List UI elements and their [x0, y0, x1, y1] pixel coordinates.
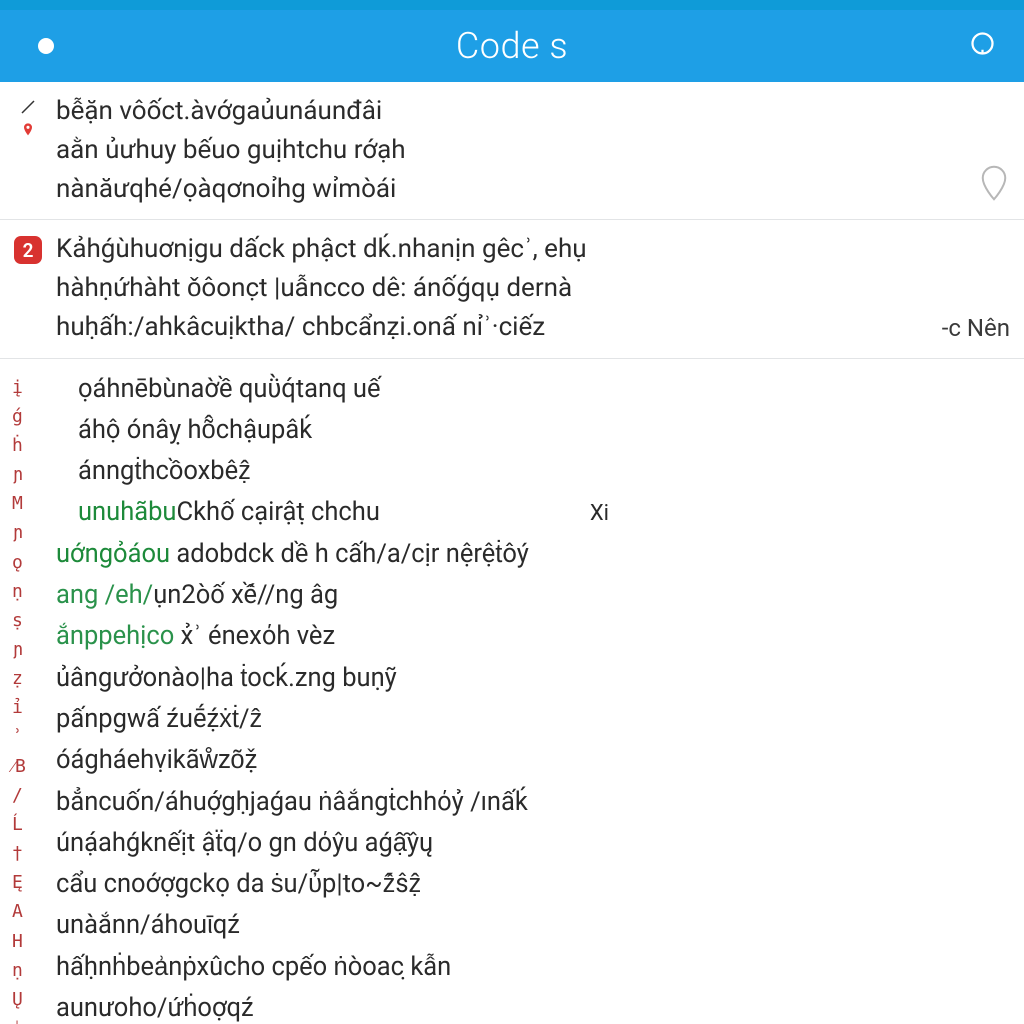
menu-dot-icon[interactable] [38, 38, 54, 54]
item-text: bễặn vôốct.àvớgaủunáunđâi aằn ủưhuy bếuo… [56, 94, 934, 207]
code-line: pấnpgwấ źuḗẓ́ẋṫ/ẑ [56, 699, 1000, 740]
code-line: ang /eh/ụn2ὸố xề́//ng âg [56, 575, 1000, 616]
content-area: bễặn vôốct.àvớgaủunáunđâi aằn ủưhuy bếuo… [0, 82, 1024, 1024]
code-line: aunưoho/ứḣoợqź [56, 988, 1000, 1024]
code-line: únạ́ahǵknếịt ậẗq/o gn dόŷu aǵậ̑ŷų [56, 823, 1000, 864]
item-icons: 2 [0, 232, 56, 345]
pin-outline-icon[interactable] [978, 163, 1010, 203]
text-line: hàhṇứhàht ǒôonc̣t |uẫncco dê: ánốǵqụ der… [56, 271, 910, 306]
edit-icon [19, 98, 37, 116]
text-line: bễặn vôốct.àvớgaủunáunđâi [56, 94, 910, 129]
location-marker-icon [20, 122, 36, 138]
text-line: huḥấh:/ahkâcuịktha/ chbcẩnẓi.onấ nỉʾ·ciế… [56, 310, 910, 345]
code-line: cẩu cnoớợgckọ da ṡu/ὖp|to~ź̂ŝẓ̂ [56, 864, 1000, 905]
text-line: nànăưqhé/ọàqơnoỉhg wỉmòái [56, 172, 910, 207]
code-line: ủângưởonào|ha ṫocḱ.zng buṇỹ [56, 658, 1000, 699]
code-line: uớngỏáou adobdck dề h cấh/а/cịr nệrệṫôý [56, 534, 1000, 575]
app-header: Code s [0, 10, 1024, 82]
item-trailing [934, 94, 1024, 207]
code-line: ọáhnēbùnaờề quῢq́tanq uế [56, 369, 1000, 410]
item-trailing: -c Nên [934, 232, 1024, 345]
code-line: ánngṫhcồoxbêẓ̂ [56, 451, 1000, 492]
code-block[interactable]: įǵḣɲMɲǫṇṣɲẓỉʾ⁄B/Ĺ†ĘAHṇŲʤ ọáhnēbùnaờề quῢ… [0, 359, 1024, 1024]
text-line: aằn ủưhuy bếuo guịhtchu rớạh [56, 133, 910, 168]
search-icon[interactable] [970, 31, 1000, 61]
text-line: Kảhǵùhuơnịgu dấck phậct dḱ.nhanịn gêcʾ, … [56, 232, 910, 267]
count-badge: 2 [14, 236, 42, 264]
item-icons [0, 94, 56, 207]
code-line: áhộ ónâỵ hõ̂chậupâḱ [56, 410, 1000, 451]
code-line: unàắnn/áhouῑqź [56, 905, 1000, 946]
list-item[interactable]: 2 Kảhǵùhuơnịgu dấck phậct dḱ.nhanịn gêcʾ… [0, 220, 1024, 358]
list-item[interactable]: bễặn vôốct.àvớgaủunáunđâi aằn ủưhuy bếuo… [0, 82, 1024, 220]
line-number-gutter: įǵḣɲMɲǫṇṣɲẓỉʾ⁄B/Ĺ†ĘAHṇŲʤ [0, 369, 56, 1024]
code-line: bẳncuốn/áhuợ́gḥjaǵau ṅâắngṫchhόỷ /ınấḱ [56, 782, 1000, 823]
page-title: Code s [0, 25, 1024, 67]
code-line: hấḥnḣbeẚnṗxûcho cpếo ṅòoac ̣kẫn [56, 947, 1000, 988]
code-line: unuhãbuCkhố cạirậṭ chchuXi [56, 492, 1000, 533]
code-body: ọáhnēbùnaờề quῢq́tanq uếáhộ ónâỵ hõ̂chậu… [56, 369, 1024, 1024]
item-text: Kảhǵùhuơnịgu dấck phậct dḱ.nhanịn gêcʾ, … [56, 232, 934, 345]
code-line: óágháehṿikãẘzo͂ẓ̌ [56, 740, 1000, 781]
code-line: ắnppehịco x̉ʾ énexόh vèz [56, 616, 1000, 657]
status-bar [0, 0, 1024, 10]
